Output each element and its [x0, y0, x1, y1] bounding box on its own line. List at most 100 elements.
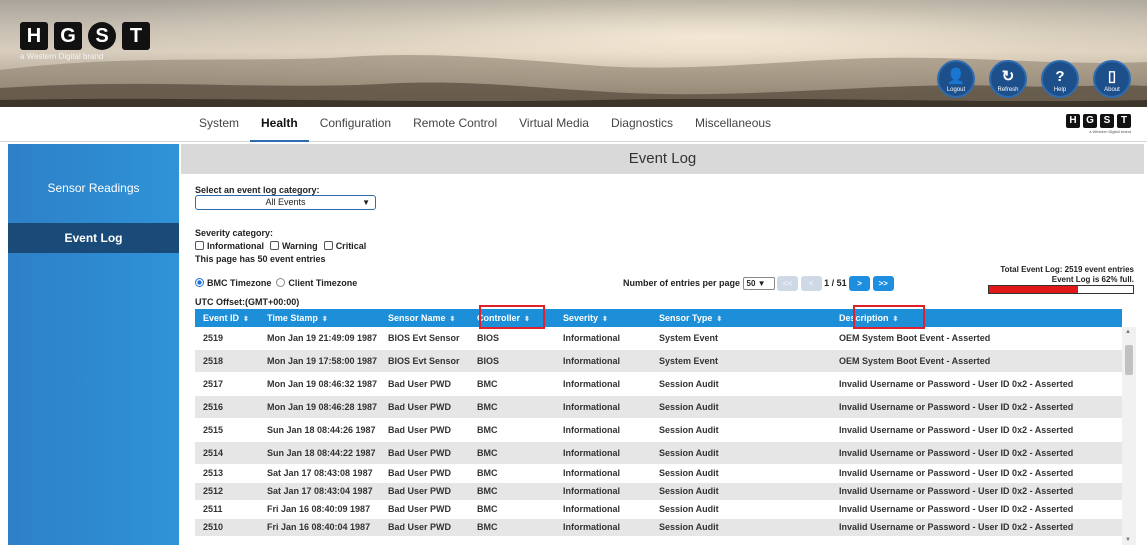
- column-header-sensor-name[interactable]: Sensor Name ⬍: [380, 309, 469, 327]
- cell-sensor-type: Session Audit: [659, 378, 719, 389]
- logo-letter-s: S: [1100, 114, 1114, 128]
- cell-time-stamp: Sun Jan 18 08:44:26 1987: [267, 424, 376, 435]
- table-row[interactable]: 2512 Sat Jan 17 08:43:04 1987 Bad User PWD…: [195, 483, 1122, 501]
- cell-description: Invalid Username or Password - User ID 0…: [839, 504, 1074, 514]
- table-header: Event ID ⬍ Time Stamp ⬍ Sensor Name ⬍ Controll…: [195, 309, 1122, 327]
- book-icon: ▯: [1107, 68, 1117, 85]
- table-row[interactable]: 2517 Mon Jan 19 08:46:32 1987 Bad User PWD…: [195, 373, 1122, 396]
- cell-severity: Informational: [563, 447, 621, 458]
- category-select[interactable]: All Events ▼: [195, 195, 376, 210]
- timezone-client[interactable]: Client Timezone: [276, 278, 357, 288]
- sidebar-item-sensor-readings[interactable]: Sensor Readings: [8, 172, 179, 205]
- logo-letter-h: H: [1066, 114, 1080, 128]
- severity-warning[interactable]: Warning: [270, 241, 318, 251]
- logout-button[interactable]: 👤 Logout: [937, 60, 975, 98]
- cell-event-id: 2514: [203, 447, 224, 458]
- radio-icon: [276, 278, 286, 287]
- entries-note: This page has 50 event entries: [195, 254, 326, 264]
- cell-sensor-type: Session Audit: [659, 486, 719, 496]
- sidebar-item-event-log[interactable]: Event Log: [8, 223, 179, 253]
- next-page-button[interactable]: >: [849, 276, 871, 291]
- column-header-controller[interactable]: Controller ⬍: [469, 309, 555, 327]
- tab-configuration[interactable]: Configuration: [309, 107, 402, 142]
- table-row[interactable]: 2511 Fri Jan 16 08:40:09 1987 Bad User PWD…: [195, 501, 1122, 519]
- event-table: Event ID ⬍ Time Stamp ⬍ Sensor Name ⬍ Controll…: [195, 309, 1122, 537]
- timezone-options: BMC Timezone Client Timezone: [195, 278, 357, 288]
- cell-sensor-name: Bad User PWD: [388, 486, 452, 496]
- help-label: Help: [1053, 87, 1067, 93]
- column-header-time-stamp[interactable]: Time Stamp ⬍: [259, 309, 380, 327]
- category-label: Select an event log category:: [195, 185, 320, 195]
- column-label: Sensor Type: [659, 313, 713, 323]
- cell-sensor-type: Session Audit: [659, 424, 719, 435]
- table-row[interactable]: 2519 Mon Jan 19 21:49:09 1987 BIOS Evt Sen…: [195, 327, 1122, 350]
- cell-event-id: 2513: [203, 468, 224, 478]
- cell-severity: Informational: [563, 378, 621, 389]
- brand-tagline: a Western Digital brand: [20, 52, 104, 61]
- cell-controller: BMC: [477, 468, 498, 478]
- column-label: Severity: [563, 313, 599, 323]
- tab-virtual-media[interactable]: Virtual Media: [508, 107, 600, 142]
- table-row[interactable]: 2516 Mon Jan 19 08:46:28 1987 Bad User PWD…: [195, 396, 1122, 419]
- logout-label: Logout: [946, 87, 966, 93]
- timezone-bmc[interactable]: BMC Timezone: [195, 278, 271, 288]
- sort-icon: ⬍: [449, 316, 456, 323]
- refresh-icon: ↻: [1001, 68, 1015, 85]
- cell-sensor-name: Bad User PWD: [388, 504, 452, 514]
- column-label: Event ID: [203, 313, 240, 323]
- cell-controller: BMC: [477, 504, 498, 514]
- table-row[interactable]: 2514 Sun Jan 18 08:44:22 1987 Bad User PWD…: [195, 442, 1122, 465]
- severity-options: Informational Warning Critical: [195, 241, 372, 251]
- help-button[interactable]: ? Help: [1041, 60, 1079, 98]
- cell-sensor-type: Session Audit: [659, 468, 719, 478]
- severity-critical-label: Critical: [335, 241, 367, 251]
- page-title: Event Log: [181, 144, 1144, 174]
- scroll-down-icon[interactable]: ▼: [1125, 537, 1131, 543]
- column-label: Time Stamp: [267, 313, 318, 323]
- logo-letter-g: G: [54, 22, 82, 50]
- table-row[interactable]: 2515 Sun Jan 18 08:44:26 1987 Bad User PWD…: [195, 419, 1122, 442]
- usage-text: Event Log is 62% full.: [1051, 275, 1134, 284]
- cell-time-stamp: Mon Jan 19 21:49:09 1987: [267, 332, 378, 343]
- tab-health[interactable]: Health: [250, 107, 309, 142]
- sort-icon: ⬍: [602, 316, 608, 323]
- column-label: Controller: [477, 313, 521, 323]
- tab-diagnostics[interactable]: Diagnostics: [600, 107, 684, 142]
- radio-selected-icon: [195, 278, 204, 287]
- cell-controller: BMC: [477, 401, 498, 412]
- cell-event-id: 2516: [203, 401, 224, 412]
- column-header-event-id[interactable]: Event ID ⬍: [195, 309, 259, 327]
- refresh-button[interactable]: ↻ Refresh: [989, 60, 1027, 98]
- column-header-sensor-type[interactable]: Sensor Type ⬍: [651, 309, 831, 327]
- about-button[interactable]: ▯ About: [1093, 60, 1131, 98]
- table-row[interactable]: 2518 Mon Jan 19 17:58:00 1987 BIOS Evt Sen…: [195, 350, 1122, 373]
- table-row[interactable]: 2510 Fri Jan 16 08:40:04 1987 Bad User PWD…: [195, 519, 1122, 537]
- sort-icon: ⬍: [892, 316, 899, 323]
- cell-description: Invalid Username or Password - User ID 0…: [839, 378, 1074, 389]
- severity-informational[interactable]: Informational: [195, 241, 264, 251]
- scroll-thumb[interactable]: [1125, 345, 1133, 375]
- last-page-button[interactable]: >>: [872, 276, 894, 291]
- tab-system[interactable]: System: [188, 107, 250, 142]
- prev-page-button[interactable]: <: [800, 276, 822, 291]
- per-page-select[interactable]: 50 ▼: [742, 277, 775, 290]
- first-page-button[interactable]: <<: [777, 276, 799, 291]
- table-row[interactable]: 2513 Sat Jan 17 08:43:08 1987 Bad User PWD…: [195, 465, 1122, 483]
- cell-description: Invalid Username or Password - User ID 0…: [839, 447, 1074, 458]
- total-events: Total Event Log: 2519 event entries: [1000, 265, 1134, 274]
- logo-letter-s: S: [88, 22, 116, 50]
- severity-warning-label: Warning: [282, 241, 318, 251]
- tab-miscellaneous[interactable]: Miscellaneous: [684, 107, 782, 142]
- scroll-up-icon[interactable]: ▲: [1125, 329, 1131, 335]
- table-scrollbar[interactable]: ▲ ▼: [1122, 327, 1136, 545]
- cell-controller: BMC: [477, 522, 498, 532]
- column-header-severity[interactable]: Severity ⬍: [555, 309, 651, 327]
- cell-sensor-name: Bad User PWD: [388, 522, 452, 532]
- cell-time-stamp: Fri Jan 16 08:40:09 1987: [267, 504, 371, 514]
- tab-remote-control[interactable]: Remote Control: [402, 107, 508, 142]
- help-icon: ?: [1055, 68, 1065, 85]
- column-header-description[interactable]: Description ⬍: [831, 309, 1122, 327]
- cell-event-id: 2517: [203, 378, 224, 389]
- hgst-small-logo: HGST a Western Digital brand: [1066, 114, 1131, 134]
- severity-critical[interactable]: Critical: [323, 241, 367, 251]
